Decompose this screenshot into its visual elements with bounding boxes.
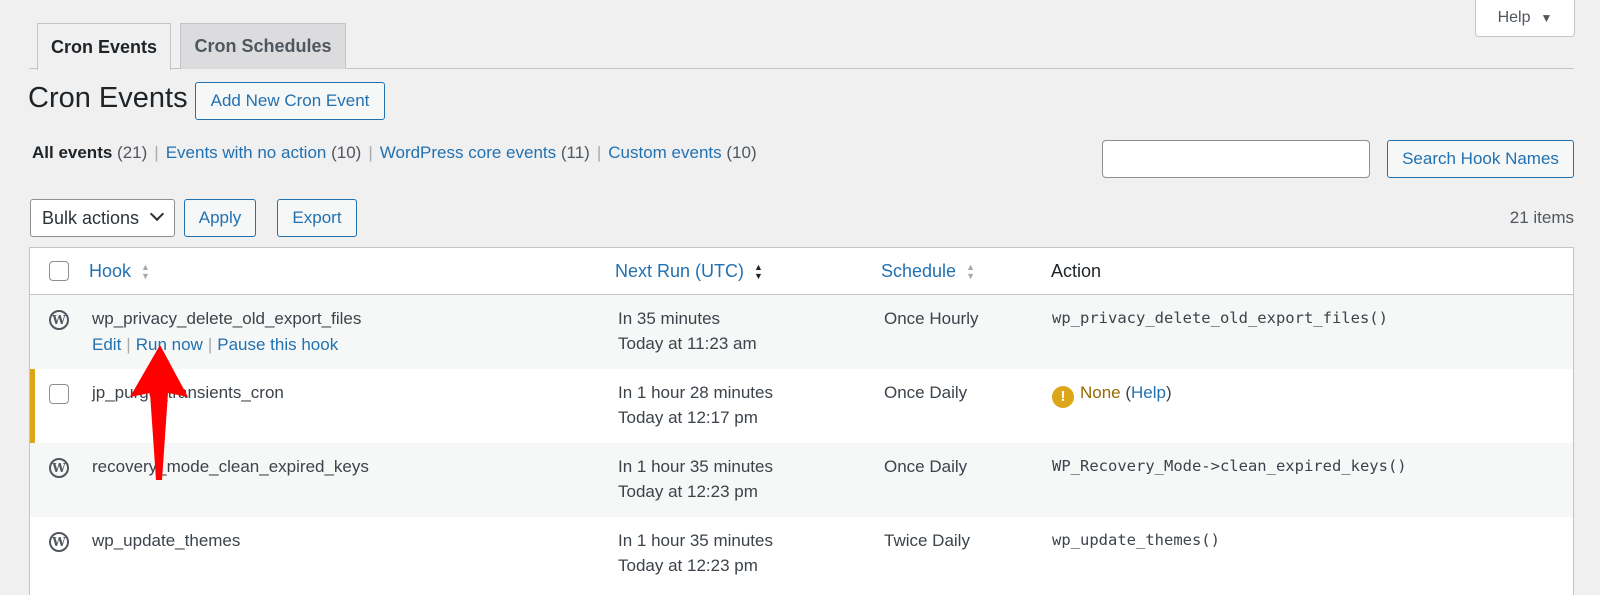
filter-custom-events[interactable]: Custom events [608, 143, 721, 162]
row-actions: Edit | Run now | Pause this hook [92, 335, 339, 354]
filter-all-events[interactable]: All events (21) [32, 143, 147, 162]
column-action-header: Action [1051, 261, 1102, 281]
edit-link[interactable]: Edit [92, 335, 121, 354]
hook-name: wp_privacy_delete_old_export_files [92, 309, 362, 328]
table-row: jp_purge_transients_cron In 1 hour 28 mi… [30, 369, 1573, 443]
tab-cron-schedules[interactable]: Cron Schedules [180, 23, 346, 69]
items-count: 21 items [1509, 208, 1574, 227]
hook-name: jp_purge_transients_cron [92, 383, 284, 402]
sort-ascending-icon: ▲ ▼ [754, 261, 763, 281]
search-hook-names-button[interactable]: Search Hook Names [1387, 140, 1574, 178]
next-run-time: Today at 12:23 pm [618, 482, 758, 501]
column-hook-header[interactable]: Hook ▲ ▼ [89, 261, 150, 282]
help-link[interactable]: Help [1131, 383, 1166, 402]
page-title: Cron Events [28, 82, 188, 114]
select-all-checkbox[interactable] [49, 261, 69, 281]
row-checkbox[interactable] [49, 384, 69, 404]
next-run-relative: In 35 minutes [618, 309, 721, 328]
column-next-run-header[interactable]: Next Run (UTC) ▲ ▼ [615, 261, 763, 282]
next-run-time: Today at 11:23 am [618, 334, 757, 353]
pause-hook-link[interactable]: Pause this hook [217, 335, 338, 354]
help-tab-button[interactable]: Help ▼ [1475, 0, 1575, 37]
warning-icon: ! [1052, 385, 1074, 408]
filter-no-action[interactable]: Events with no action [166, 143, 327, 162]
search-input[interactable] [1102, 140, 1370, 178]
schedule: Once Daily [884, 457, 968, 476]
next-run-relative: In 1 hour 35 minutes [618, 531, 773, 550]
hook-name: wp_update_themes [92, 531, 241, 550]
schedule: Twice Daily [884, 531, 970, 550]
bulk-actions-select[interactable]: Bulk actions [30, 199, 175, 237]
apply-button[interactable]: Apply [184, 199, 256, 237]
schedule: Once Hourly [884, 309, 979, 328]
table-row: W recovery_mode_clean_expired_keys In 1 … [30, 443, 1573, 517]
table-row: W wp_privacy_delete_old_export_files Edi… [30, 295, 1573, 369]
column-schedule-header[interactable]: Schedule ▲ ▼ [881, 261, 975, 282]
warning-row-flag [30, 369, 35, 443]
wordpress-logo-icon: W [49, 310, 69, 330]
table-row: W wp_update_themes In 1 hour 35 minutes … [30, 517, 1573, 591]
caret-down-icon: ▼ [1540, 11, 1553, 25]
next-run-relative: In 1 hour 28 minutes [618, 383, 773, 402]
sort-icon: ▲ ▼ [141, 261, 150, 281]
action-callback: wp_update_themes() [1052, 531, 1220, 549]
filter-links: All events (21) | Events with no action (1… [32, 143, 757, 162]
next-run-relative: In 1 hour 35 minutes [618, 457, 773, 476]
schedule: Once Daily [884, 383, 968, 402]
table-header: Hook ▲ ▼ Next Run (UTC) ▲ ▼ Schedule ▲ ▼ Ac… [30, 248, 1573, 295]
tab-cron-events[interactable]: Cron Events [37, 23, 171, 70]
wordpress-logo-icon: W [49, 458, 69, 478]
export-button[interactable]: Export [277, 199, 357, 237]
chevron-down-icon [149, 206, 165, 222]
wordpress-logo-icon: W [49, 532, 69, 552]
sort-icon: ▲ ▼ [966, 261, 975, 281]
next-run-time: Today at 12:23 pm [618, 556, 758, 575]
add-new-cron-event-button[interactable]: Add New Cron Event [195, 82, 385, 120]
next-run-time: Today at 12:17 pm [618, 408, 758, 427]
filter-core-events[interactable]: WordPress core events [380, 143, 556, 162]
run-now-link[interactable]: Run now [136, 335, 203, 354]
bulk-actions-value: Bulk actions [42, 207, 140, 228]
hook-name: recovery_mode_clean_expired_keys [92, 457, 369, 476]
cron-events-table: Hook ▲ ▼ Next Run (UTC) ▲ ▼ Schedule ▲ ▼ Ac… [29, 247, 1574, 595]
action-callback: WP_Recovery_Mode->clean_expired_keys() [1052, 457, 1407, 475]
help-tab-label: Help [1497, 9, 1531, 26]
action-none: ! None (Help) [1052, 380, 1172, 408]
action-callback: wp_privacy_delete_old_export_files() [1052, 309, 1388, 327]
